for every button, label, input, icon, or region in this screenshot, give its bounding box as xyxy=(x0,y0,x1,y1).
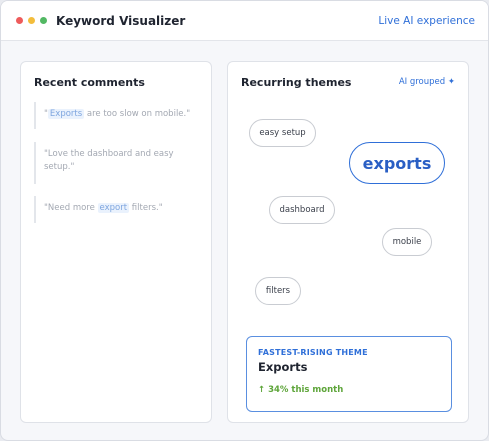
fastest-rising-name: Exports xyxy=(258,360,308,374)
keyword-highlight: export xyxy=(97,203,130,213)
theme-chip-mobile[interactable]: mobile xyxy=(382,228,432,256)
fastest-rising-card[interactable]: FASTEST-RISING THEME Exports ↑ 34% this … xyxy=(246,336,452,412)
comment-text: are too slow on mobile." xyxy=(84,109,191,119)
comment-text: filters." xyxy=(129,203,163,213)
comment-text: "Love the dashboard and easy setup." xyxy=(44,149,174,172)
recent-comments-title: Recent comments xyxy=(34,76,145,89)
theme-chip-dashboard[interactable]: dashboard xyxy=(269,196,335,224)
fastest-rising-label: FASTEST-RISING THEME xyxy=(258,348,368,357)
maximize-window-button[interactable] xyxy=(40,17,47,24)
theme-chip-filters[interactable]: filters xyxy=(255,277,301,305)
ai-grouped-toggle[interactable]: AI grouped ✦ xyxy=(399,77,455,87)
title-bar: Keyword Visualizer Live AI experience xyxy=(1,1,488,41)
comment-item: "Love the dashboard and easy setup." xyxy=(34,142,202,184)
recurring-themes-panel: Recurring themes AI grouped ✦ easy setup… xyxy=(227,61,469,423)
app-title: Keyword Visualizer xyxy=(56,14,186,28)
comment-item: " Exports are too slow on mobile." xyxy=(34,102,202,129)
comment-text: "Need more xyxy=(44,203,98,213)
recurring-themes-title: Recurring themes xyxy=(241,76,352,89)
close-window-button[interactable] xyxy=(16,17,23,24)
theme-chip-easy-setup[interactable]: easy setup xyxy=(249,119,316,147)
app-window: Keyword Visualizer Live AI experience Re… xyxy=(0,0,489,441)
comment-item: "Need more export filters." xyxy=(34,196,202,223)
minimize-window-button[interactable] xyxy=(28,17,35,24)
theme-chip-exports[interactable]: exports xyxy=(349,142,445,184)
keyword-highlight: Exports xyxy=(47,109,85,119)
live-ai-experience-link[interactable]: Live AI experience xyxy=(378,15,475,27)
fastest-rising-change: ↑ 34% this month xyxy=(258,385,344,395)
recent-comments-panel: Recent comments " Exports are too slow on… xyxy=(20,61,212,423)
